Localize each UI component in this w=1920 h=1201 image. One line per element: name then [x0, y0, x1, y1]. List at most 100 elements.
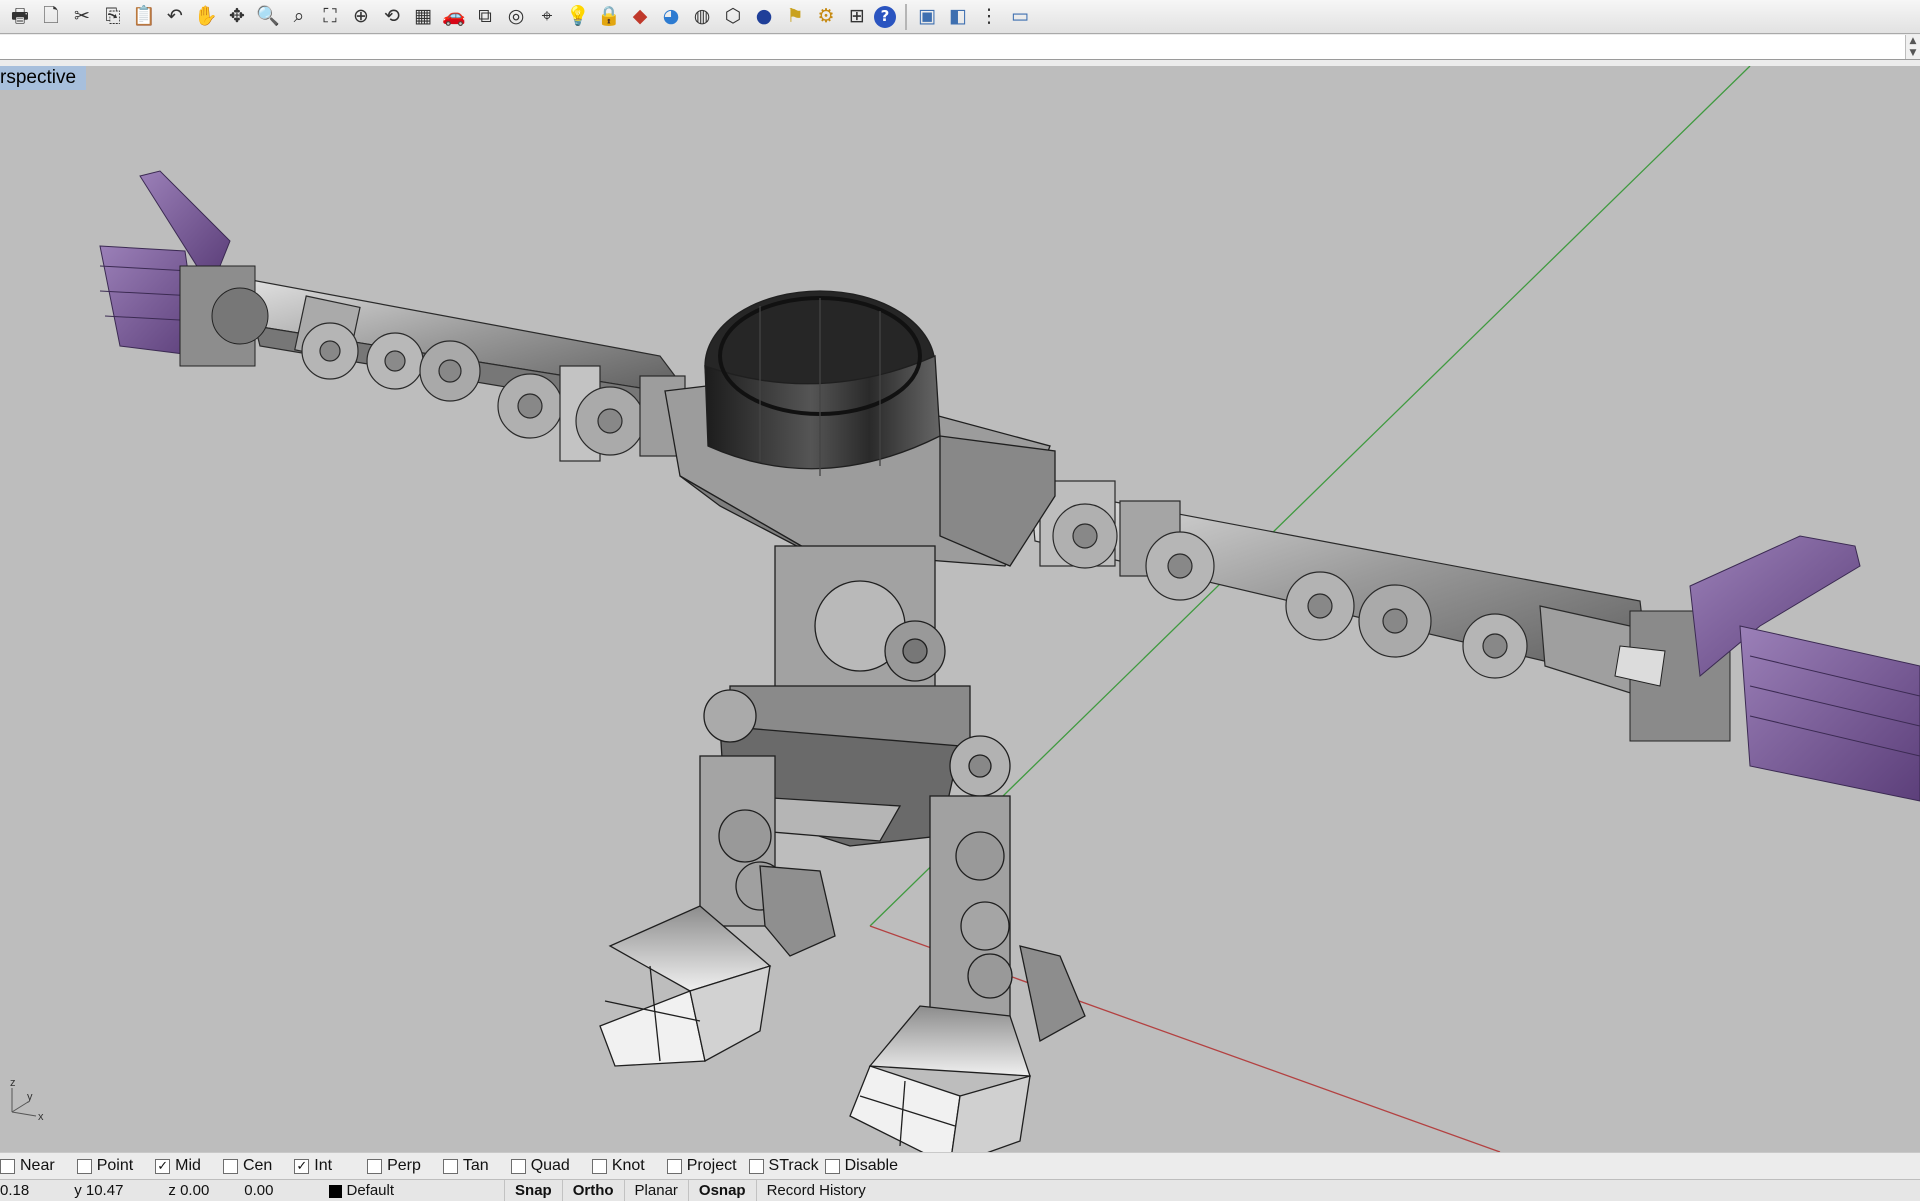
lock-icon[interactable]: 🔒 — [595, 3, 623, 31]
osnap-near-checkbox[interactable] — [0, 1158, 15, 1174]
right-leg — [849, 795, 1086, 1152]
zoom-window-icon[interactable]: ⌕ — [285, 3, 313, 31]
coord-z: z 0.00 — [168, 1182, 210, 1199]
print-icon[interactable]: 🖶 — [6, 3, 34, 31]
light-icon[interactable]: 💡 — [564, 3, 592, 31]
layer-indicator[interactable]: Default — [328, 1182, 395, 1199]
osnap-disable-label: Disable — [844, 1157, 898, 1174]
flag-icon[interactable]: ⚑ — [781, 3, 809, 31]
robot-model[interactable] — [0, 66, 1920, 1152]
osnap-strack-checkbox[interactable] — [748, 1158, 764, 1174]
viewport-title[interactable]: rspective — [0, 66, 87, 90]
osnap-mid[interactable]: ✓ Mid — [155, 1153, 201, 1179]
move-icon[interactable]: ✥ — [223, 3, 251, 31]
osnap-tan-label: Tan — [462, 1157, 489, 1174]
osnap-point-checkbox[interactable] — [76, 1158, 92, 1174]
status-bar: 0.18 y 10.47 z 0.00 0.00 Default Snap Or… — [0, 1179, 1920, 1201]
car-icon[interactable]: 🚗 — [440, 3, 468, 31]
help-icon[interactable]: ? — [874, 5, 896, 28]
osnap-knot-label: Knot — [611, 1157, 645, 1174]
osnap-cen[interactable]: Cen — [222, 1153, 273, 1179]
ortho-toggle[interactable]: Ortho — [561, 1180, 624, 1201]
snap-toggle[interactable]: Snap — [504, 1180, 562, 1201]
render-icon[interactable]: ◆ — [626, 3, 654, 31]
planar-toggle[interactable]: Planar — [623, 1180, 688, 1201]
osnap-mid-label: Mid — [175, 1157, 201, 1174]
pan-icon[interactable]: ✋ — [192, 3, 220, 31]
sphere-icon[interactable]: ◍ — [688, 3, 716, 31]
osnap-toggle[interactable]: Osnap — [687, 1180, 756, 1201]
target-icon[interactable]: ◎ — [502, 3, 530, 31]
coord-x: 0.18 — [0, 1182, 30, 1199]
distance: 0.00 — [244, 1182, 274, 1199]
rotate-view-icon[interactable]: ⟲ — [378, 3, 406, 31]
copy-icon[interactable]: ⎘ — [99, 3, 127, 31]
left-hand — [99, 170, 269, 367]
layer-name: Default — [346, 1182, 395, 1199]
torso — [664, 290, 1056, 567]
snap-icon[interactable]: ⌖ — [533, 3, 561, 31]
axis-label-y: y — [27, 1091, 33, 1103]
osnap-near-label: Near — [20, 1157, 55, 1174]
osnap-quad-label: Quad — [530, 1157, 570, 1174]
grid-icon[interactable]: ▦ — [409, 3, 437, 31]
osnap-int-label: Int — [314, 1157, 333, 1174]
osnap-bar: Near Point ✓ Mid Cen ✓ Int Perp Tan Quad Knot Proje… — [0, 1152, 1920, 1179]
layer-color-swatch — [328, 1184, 342, 1198]
axis-label-x: x — [38, 1111, 44, 1121]
options-icon[interactable]: ⋮ — [975, 3, 1003, 31]
paste-icon[interactable]: 📋 — [130, 3, 158, 31]
coord-y: y 10.47 — [74, 1182, 124, 1199]
command-line[interactable]: ▲ ▼ — [0, 35, 1920, 60]
osnap-quad-checkbox[interactable] — [510, 1158, 526, 1174]
command-line-scrollbar[interactable]: ▲ ▼ — [1905, 35, 1920, 59]
analysis-icon[interactable]: ⊞ — [843, 3, 871, 31]
toolbar-separator — [905, 3, 907, 30]
record-history-toggle[interactable]: Record History — [755, 1180, 876, 1201]
box-icon-2[interactable]: ◧ — [944, 3, 972, 31]
osnap-quad[interactable]: Quad — [510, 1153, 570, 1179]
perspective-viewport[interactable]: rspective z y x — [0, 66, 1920, 1152]
osnap-tan[interactable]: Tan — [442, 1153, 489, 1179]
render-preview-icon[interactable]: ● — [750, 3, 778, 31]
axis-label-z: z — [10, 1077, 16, 1089]
osnap-perp-checkbox[interactable] — [367, 1158, 383, 1174]
right-arm — [1029, 480, 1651, 697]
osnap-cen-checkbox[interactable] — [222, 1158, 238, 1174]
axis-widget: z y x — [4, 1076, 49, 1124]
osnap-project[interactable]: Project — [666, 1153, 737, 1179]
gears-icon[interactable]: ⚙ — [812, 3, 840, 31]
osnap-near[interactable]: Near — [0, 1153, 55, 1179]
box-icon[interactable]: ▣ — [913, 3, 941, 31]
osnap-tan-checkbox[interactable] — [442, 1158, 458, 1174]
osnap-strack-label: STrack — [768, 1157, 819, 1174]
osnap-mid-checkbox[interactable]: ✓ — [155, 1158, 171, 1174]
osnap-perp-label: Perp — [387, 1157, 421, 1174]
left-arm — [228, 275, 692, 462]
zoom-selected-icon[interactable]: ⊕ — [347, 3, 375, 31]
osnap-project-label: Project — [686, 1157, 737, 1174]
undo-icon[interactable]: ↶ — [161, 3, 189, 31]
right-hand — [1614, 535, 1920, 802]
zoom-extents-icon[interactable]: ⛶ — [316, 3, 344, 31]
osnap-perp[interactable]: Perp — [367, 1153, 421, 1179]
osnap-int[interactable]: ✓ Int — [294, 1153, 332, 1179]
osnap-knot-checkbox[interactable] — [591, 1158, 607, 1174]
main-toolbar: 🖶 🗋 ✂ ⎘ 📋 ↶ ✋ ✥ 🔍 ⌕ ⛶ ⊕ ⟲ ▦ 🚗 ⧉ ◎ ⌖ 💡 🔒 ◆ ◕ ◍ ⬡ ● ⚑ ⚙ ⊞? ▣ ◧ ⋮ ▭ — [0, 0, 1920, 34]
osnap-disable[interactable]: Disable — [824, 1153, 898, 1179]
osnap-knot[interactable]: Knot — [591, 1153, 645, 1179]
properties-icon[interactable]: ⧉ — [471, 3, 499, 31]
window-icon[interactable]: ▭ — [1006, 3, 1034, 31]
cut-icon[interactable]: ✂ — [68, 3, 96, 31]
osnap-int-checkbox[interactable]: ✓ — [294, 1158, 310, 1174]
osnap-strack[interactable]: STrack — [748, 1153, 819, 1179]
zoom-in-icon[interactable]: 🔍 — [254, 3, 282, 31]
osnap-point-label: Point — [96, 1157, 134, 1174]
color-wheel-icon[interactable]: ◕ — [657, 3, 685, 31]
osnap-point[interactable]: Point — [76, 1153, 134, 1179]
mesh-icon[interactable]: ⬡ — [719, 3, 747, 31]
osnap-disable-checkbox[interactable] — [824, 1158, 840, 1174]
osnap-cen-label: Cen — [242, 1157, 273, 1174]
osnap-project-checkbox[interactable] — [666, 1158, 682, 1174]
new-icon[interactable]: 🗋 — [37, 3, 65, 31]
